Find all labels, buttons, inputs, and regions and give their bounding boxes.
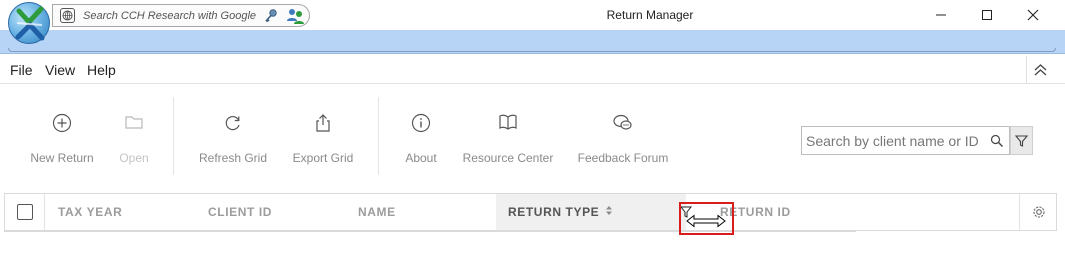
globe-icon[interactable] bbox=[60, 8, 75, 23]
menu-help[interactable]: Help bbox=[87, 62, 116, 78]
open-label: Open bbox=[119, 151, 149, 165]
new-return-button[interactable]: New Return bbox=[26, 85, 98, 185]
resource-center-button[interactable]: Resource Center bbox=[460, 85, 556, 185]
column-name[interactable]: NAME bbox=[346, 194, 496, 230]
toolbar: New Return Open Refresh Grid Export Grid bbox=[0, 85, 1065, 185]
filter-icon bbox=[1014, 135, 1029, 147]
book-icon bbox=[498, 113, 518, 136]
research-search-placeholder[interactable]: Search CCH Research with Google bbox=[83, 10, 256, 22]
plus-circle-icon bbox=[52, 113, 72, 138]
minimize-button[interactable] bbox=[918, 0, 964, 30]
export-grid-button[interactable]: Export Grid bbox=[289, 85, 357, 185]
key-icon[interactable] bbox=[264, 8, 278, 29]
column-client-id[interactable]: CLIENT ID bbox=[196, 194, 346, 230]
column-tax-year[interactable]: TAX YEAR bbox=[46, 194, 196, 230]
column-return-id[interactable]: RETURN ID bbox=[708, 194, 908, 230]
menu-bar: File View Help bbox=[0, 56, 1065, 84]
title-bar: Return Manager Search CCH Research with … bbox=[0, 0, 1065, 30]
grid-settings-button[interactable] bbox=[1019, 194, 1057, 230]
folder-icon bbox=[124, 113, 144, 136]
search-icon[interactable] bbox=[990, 134, 1004, 153]
filter-button[interactable] bbox=[1010, 126, 1033, 155]
resource-center-label: Resource Center bbox=[462, 151, 554, 165]
column-return-type[interactable]: RETURN TYPE bbox=[496, 194, 686, 230]
about-button[interactable]: About bbox=[400, 85, 442, 185]
gear-icon bbox=[1033, 206, 1045, 218]
column-tax-year-label: TAX YEAR bbox=[58, 205, 123, 219]
minimize-icon bbox=[936, 14, 946, 16]
close-button[interactable] bbox=[1010, 0, 1056, 30]
sort-updown-icon[interactable] bbox=[605, 205, 613, 219]
research-search-bar[interactable]: Search CCH Research with Google bbox=[52, 4, 310, 27]
client-search-box[interactable] bbox=[801, 126, 1010, 155]
export-icon bbox=[313, 113, 333, 138]
ribbon-band-edge bbox=[8, 48, 1056, 52]
people-icon[interactable] bbox=[286, 7, 306, 30]
toolbar-divider bbox=[378, 97, 379, 175]
about-label: About bbox=[405, 151, 437, 165]
feedback-forum-button[interactable]: Feedback Forum bbox=[575, 85, 671, 185]
open-button[interactable]: Open bbox=[110, 85, 158, 185]
select-all-cell bbox=[5, 194, 45, 230]
refresh-grid-button[interactable]: Refresh Grid bbox=[195, 85, 271, 185]
chevron-up-double-icon bbox=[1034, 64, 1047, 76]
maximize-button[interactable] bbox=[964, 0, 1010, 30]
highlight-annotation bbox=[679, 202, 734, 235]
toolbar-divider bbox=[173, 97, 174, 175]
chat-icon bbox=[612, 113, 634, 138]
menu-file[interactable]: File bbox=[10, 62, 33, 78]
export-grid-label: Export Grid bbox=[292, 151, 354, 165]
grid-header: TAX YEAR CLIENT ID NAME RETURN TYPE RETU… bbox=[4, 193, 1057, 231]
menu-view[interactable]: View bbox=[45, 62, 75, 78]
close-icon bbox=[1027, 9, 1039, 21]
collapse-ribbon-button[interactable] bbox=[1026, 56, 1053, 84]
client-search-input[interactable] bbox=[806, 131, 986, 151]
refresh-icon bbox=[223, 113, 243, 138]
column-return-type-label: RETURN TYPE bbox=[508, 205, 600, 219]
feedback-forum-label: Feedback Forum bbox=[577, 151, 669, 165]
return-manager-window: Return Manager Search CCH Research with … bbox=[0, 0, 1065, 255]
info-icon bbox=[411, 113, 431, 138]
new-return-label: New Return bbox=[30, 151, 94, 165]
column-name-label: NAME bbox=[358, 205, 396, 219]
maximize-icon bbox=[982, 10, 992, 20]
app-logo[interactable] bbox=[8, 2, 50, 44]
refresh-grid-label: Refresh Grid bbox=[198, 151, 268, 165]
select-all-checkbox[interactable] bbox=[17, 204, 33, 220]
column-client-id-label: CLIENT ID bbox=[208, 205, 273, 219]
